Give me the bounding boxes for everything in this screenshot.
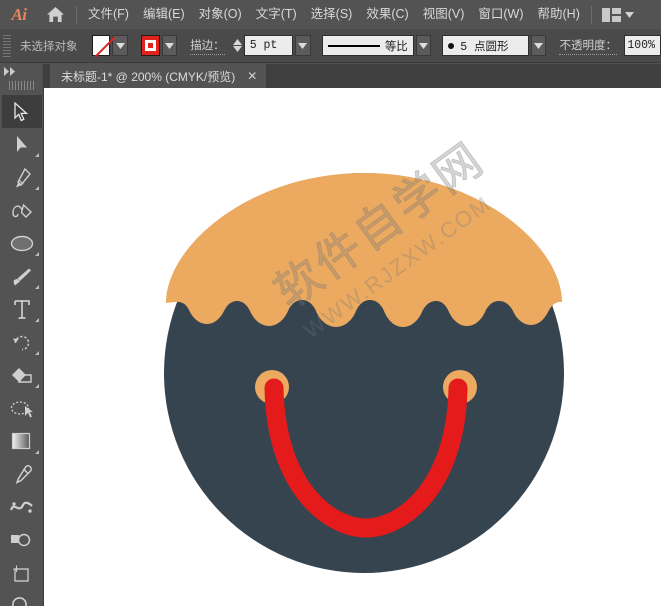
type-tool[interactable]: [2, 293, 42, 326]
menu-item-edit[interactable]: 编辑(E): [136, 0, 192, 29]
pen-tool[interactable]: [2, 161, 42, 194]
illustrator-window: Ai 文件(F) 编辑(E) 对象(O) 文字(T) 选择(S) 效果(C) 视…: [0, 0, 661, 606]
stroke-weight-stepper[interactable]: [233, 39, 242, 52]
pen-nib-icon: [13, 168, 31, 188]
tool-flyout-indicator: [35, 450, 39, 454]
opacity-label[interactable]: 不透明度：: [559, 37, 617, 55]
gradient-square-icon: [11, 432, 32, 451]
gradient-tool[interactable]: [2, 425, 42, 458]
tool-flyout-indicator: [35, 186, 39, 190]
tools-panel-collapse[interactable]: [0, 64, 43, 78]
chevron-down-icon: [116, 43, 125, 49]
shape-builder-tool[interactable]: [2, 359, 42, 392]
document-tab-bar: 未标题-1* @ 200% (CMYK/预览) ✕: [44, 64, 661, 88]
eyedropper-tool[interactable]: [2, 458, 42, 491]
control-bar-grip[interactable]: [3, 35, 11, 57]
magnifier-icon: [11, 596, 32, 606]
menu-item-type[interactable]: 文字(T): [249, 0, 304, 29]
diamond-eraser-icon: [11, 367, 33, 385]
selection-tool[interactable]: [2, 95, 42, 128]
tools-panel-grip[interactable]: [9, 81, 35, 90]
text-T-icon: [14, 300, 30, 319]
tool-flyout-indicator: [35, 285, 39, 289]
menu-bar: Ai 文件(F) 编辑(E) 对象(O) 文字(T) 选择(S) 效果(C) 视…: [0, 0, 661, 29]
selection-status-label: 未选择对象: [20, 38, 78, 54]
menu-item-effect[interactable]: 效果(C): [359, 0, 415, 29]
tool-flyout-indicator: [35, 384, 39, 388]
stroke-color-swatch[interactable]: [141, 35, 160, 56]
free-transform-icon: [10, 399, 34, 418]
eyedropper-icon: [12, 465, 32, 485]
stroke-weight-input[interactable]: 5 pt: [244, 35, 293, 56]
document-tab-title: 未标题-1* @ 200% (CMYK/预览): [61, 68, 235, 85]
stroke-profile-dropdown[interactable]: [416, 35, 431, 56]
arrow-cursor-icon: [14, 102, 29, 122]
brush-definition-select[interactable]: 5 点圆形: [442, 35, 529, 56]
tool-flyout-indicator: [35, 252, 39, 256]
menu-item-view[interactable]: 视图(V): [416, 0, 472, 29]
opacity-input[interactable]: 100%: [624, 35, 661, 56]
menu-item-help[interactable]: 帮助(H): [531, 0, 587, 29]
menu-item-file[interactable]: 文件(F): [81, 0, 136, 29]
tool-flyout-indicator: [35, 318, 39, 322]
brush-definition-dropdown[interactable]: [531, 35, 546, 56]
menu-item-window[interactable]: 窗口(W): [471, 0, 530, 29]
chevron-up-icon: [233, 39, 242, 45]
stroke-swatch-dropdown[interactable]: [162, 35, 177, 56]
brush-definition-label: 5 点圆形: [460, 38, 508, 54]
fill-color-swatch[interactable]: [92, 35, 111, 56]
stroke-weight-dropdown[interactable]: [295, 35, 310, 56]
tool-flyout-indicator: [35, 153, 39, 157]
free-transform-tool[interactable]: [2, 392, 42, 425]
white-arrow-icon: [16, 136, 28, 154]
tools-panel: [0, 64, 44, 606]
control-bar: 未选择对象 描边： 5 pt 等比 5 点圆形: [0, 29, 661, 63]
document-tab[interactable]: 未标题-1* @ 200% (CMYK/预览) ✕: [50, 64, 266, 88]
blend-tool[interactable]: [2, 491, 42, 524]
brush-dot-icon: [448, 43, 454, 49]
menu-item-select[interactable]: 选择(S): [304, 0, 360, 29]
document-canvas[interactable]: 软件自学网 WWW.RJZXW.COM: [44, 88, 661, 606]
stroke-weight-label[interactable]: 描边：: [190, 37, 225, 55]
double-chevron-right-icon: [4, 67, 17, 76]
menu-divider-left: [76, 6, 77, 24]
ellipse-icon: [10, 235, 34, 252]
curvature-tool[interactable]: [2, 194, 42, 227]
menu-item-object[interactable]: 对象(O): [192, 0, 249, 29]
zoom-tool[interactable]: [2, 590, 42, 606]
workspace-switcher[interactable]: [596, 0, 640, 29]
menu-divider-right: [591, 6, 592, 24]
workspace-layout-icon: [602, 8, 621, 22]
smiley-face-illustration[interactable]: [44, 88, 661, 606]
artboard-icon: [11, 564, 32, 584]
chevron-down-icon: [625, 12, 634, 18]
curvature-icon: [11, 201, 33, 220]
paintbrush-tool[interactable]: [2, 260, 42, 293]
chevron-down-icon: [419, 43, 428, 49]
stroke-profile-preview-icon: [328, 45, 380, 47]
paintbrush-icon: [11, 267, 32, 287]
app-logo: Ai: [0, 0, 38, 29]
symbol-sprayer-tool[interactable]: [2, 524, 42, 557]
chevron-down-icon: [298, 43, 307, 49]
home-icon[interactable]: [38, 0, 72, 29]
stroke-profile-select[interactable]: 等比: [322, 35, 414, 56]
stroke-profile-label: 等比: [385, 38, 408, 54]
rotate-tool[interactable]: [2, 326, 42, 359]
rotate-arrow-icon: [12, 333, 32, 353]
tool-flyout-indicator: [35, 351, 39, 355]
artboard-tool[interactable]: [2, 557, 42, 590]
chevron-down-icon: [165, 43, 174, 49]
blend-icon: [10, 500, 34, 515]
ellipse-tool[interactable]: [2, 227, 42, 260]
direct-selection-tool[interactable]: [2, 128, 42, 161]
chevron-down-icon: [534, 43, 543, 49]
close-icon[interactable]: ✕: [247, 70, 257, 82]
symbol-shapes-icon: [10, 532, 33, 550]
chevron-down-icon: [233, 46, 242, 52]
